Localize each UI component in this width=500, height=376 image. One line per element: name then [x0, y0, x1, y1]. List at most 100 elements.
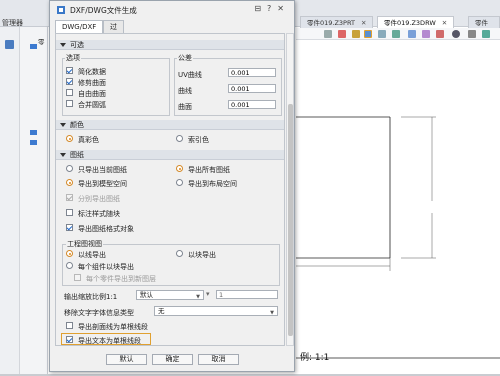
dialog-button-bar: 默认 确定 取消 [50, 349, 296, 371]
section-optional[interactable]: 可选 [56, 40, 284, 50]
free-surface-label: 自由曲面 [78, 90, 106, 98]
toolbar-icon[interactable] [482, 30, 490, 38]
dxf-file-icon [57, 6, 65, 14]
export-all-sheets-radio[interactable] [176, 165, 183, 172]
help-icon[interactable]: ? [267, 4, 277, 13]
dimension-style-block-checkbox[interactable] [66, 209, 73, 216]
dxf-export-dialog: DXF/DWG文件生成 ⊟?✕ DWG/DXF 过滤器 可选 选项 简化数据 修… [49, 0, 295, 372]
dialog-content: 可选 选项 简化数据 修剪曲面 自由曲面 合并圆弧 公差 UV曲线 曲线 曲面 … [55, 33, 285, 346]
output-scale-select[interactable]: 默认 ▼ [136, 290, 204, 300]
tolerance-group-title: 公差 [177, 53, 193, 63]
collapse-icon [60, 123, 66, 127]
index-color-radio[interactable] [176, 135, 183, 142]
toolbar-icon[interactable] [408, 30, 416, 38]
free-surface-checkbox[interactable] [66, 89, 73, 96]
default-button[interactable]: 默认 [106, 354, 147, 365]
surface-tolerance-input[interactable] [228, 100, 276, 109]
export-model-space-radio[interactable] [66, 179, 73, 186]
trim-surface-label: 修剪曲面 [78, 79, 106, 87]
export-text-label: 导出文本为单根线段 [78, 337, 141, 345]
view-toolbar [296, 28, 500, 40]
toolbar-icon[interactable] [352, 30, 360, 38]
section-color-label: 颜色 [70, 121, 84, 129]
ok-button[interactable]: 确定 [152, 354, 193, 365]
export-hatch-checkbox[interactable] [66, 322, 73, 329]
section-sheet[interactable]: 图纸 [56, 150, 284, 160]
output-scale-input[interactable] [216, 290, 278, 299]
close-icon[interactable]: ✕ [277, 4, 290, 13]
export-sheets-separately-checkbox[interactable] [66, 194, 73, 201]
doc-tab-drw[interactable]: 零件019.Z3DRW ✕ [377, 16, 455, 28]
drawing-canvas[interactable] [296, 41, 500, 374]
folder-icon [30, 130, 37, 135]
pin-icon[interactable]: ⊟ [254, 4, 267, 13]
simplify-data-label: 简化数据 [78, 68, 106, 76]
component-as-block-label: 每个组件以块导出 [78, 263, 134, 271]
output-scale-label: 输出缩放比例1:1 [64, 293, 118, 301]
part-new-layer-checkbox[interactable] [74, 274, 81, 281]
export-model-space-label: 导出到模型空间 [78, 180, 127, 188]
folder-icon [30, 140, 37, 145]
tab-dwg-dxf[interactable]: DWG/DXF [55, 20, 104, 33]
close-icon[interactable]: ✕ [442, 19, 447, 27]
toolbar-icon[interactable] [392, 30, 400, 38]
doc-tab-prt[interactable]: 零件019.Z3PRT ✕ [300, 16, 374, 28]
export-layout-space-radio[interactable] [176, 179, 183, 186]
curve-tolerance-input[interactable] [228, 84, 276, 93]
export-sheet-format-label: 导出图纸格式对象 [78, 225, 134, 233]
chevron-down-icon: ▼ [196, 294, 200, 300]
export-sheet-format-checkbox[interactable] [66, 224, 73, 231]
dialog-scrollbar[interactable] [286, 33, 294, 346]
part-new-layer-label: 每个零件导出到新图层 [86, 275, 156, 283]
toolbar-icon[interactable] [422, 30, 430, 38]
simplify-data-checkbox[interactable] [66, 67, 73, 74]
dialog-titlebar[interactable]: DXF/DWG文件生成 ⊟?✕ [50, 1, 294, 19]
uv-curve-label: UV曲线 [178, 71, 202, 79]
toolbar-icon[interactable] [378, 30, 386, 38]
dimension-style-block-label: 标注样式随块 [78, 210, 120, 218]
export-current-sheet-radio[interactable] [66, 165, 73, 172]
export-hatch-label: 导出剖面线为单根线段 [78, 323, 148, 331]
close-icon[interactable]: ✕ [361, 19, 366, 27]
doc-tab-next[interactable]: 零件020 [468, 16, 500, 39]
scrollbar-thumb[interactable] [288, 104, 293, 336]
section-sheet-label: 图纸 [70, 151, 84, 159]
tree-item[interactable]: 零 [38, 36, 45, 46]
doc-tab-prt-label: 零件019.Z3PRT [307, 19, 355, 27]
surface-label: 曲面 [178, 103, 192, 111]
dialog-title: DXF/DWG文件生成 [70, 6, 137, 15]
export-current-sheet-label: 只导出当前图纸 [78, 166, 127, 174]
index-color-label: 索引色 [188, 136, 209, 144]
export-as-blocks-radio[interactable] [176, 250, 183, 257]
export-text-checkbox[interactable] [66, 336, 73, 343]
uv-curve-tolerance-input[interactable] [228, 68, 276, 77]
remove-font-label: 移除文字字体信息类型 [64, 309, 134, 317]
export-sheets-separately-label: 分别导出图纸 [78, 195, 120, 203]
toolbar-icon[interactable] [364, 30, 372, 38]
collapse-icon [60, 153, 66, 157]
toolbar-icon[interactable] [338, 30, 346, 38]
remove-font-select[interactable]: 无 ▼ [154, 306, 278, 316]
merge-arcs-checkbox[interactable] [66, 100, 73, 107]
export-as-lines-radio[interactable] [66, 250, 73, 257]
dialog-window-controls: ⊟?✕ [254, 4, 290, 13]
options-group-title: 选项 [65, 53, 81, 63]
true-color-label: 真彩色 [78, 136, 99, 144]
toolbar-icon[interactable] [436, 30, 444, 38]
component-as-block-radio[interactable] [66, 262, 73, 269]
section-color[interactable]: 颜色 [56, 120, 284, 130]
manager-tree-icon[interactable] [5, 40, 14, 49]
tab-filter[interactable]: 过滤器 [103, 20, 124, 57]
cancel-button[interactable]: 取消 [198, 354, 239, 365]
true-color-radio[interactable] [66, 135, 73, 142]
export-layout-space-label: 导出到布局空间 [188, 180, 237, 188]
toolbar-icon[interactable] [452, 30, 460, 38]
toolbar-icon[interactable] [468, 30, 476, 38]
doc-tab-drw-label: 零件019.Z3DRW [384, 19, 436, 27]
output-scale-select-value: 默认 [140, 291, 153, 299]
trim-surface-checkbox[interactable] [66, 78, 73, 85]
manager-icon-strip [0, 27, 20, 374]
chevron-down-icon: ▼ [270, 310, 274, 316]
folder-icon [30, 44, 37, 49]
toolbar-icon[interactable] [324, 30, 332, 38]
